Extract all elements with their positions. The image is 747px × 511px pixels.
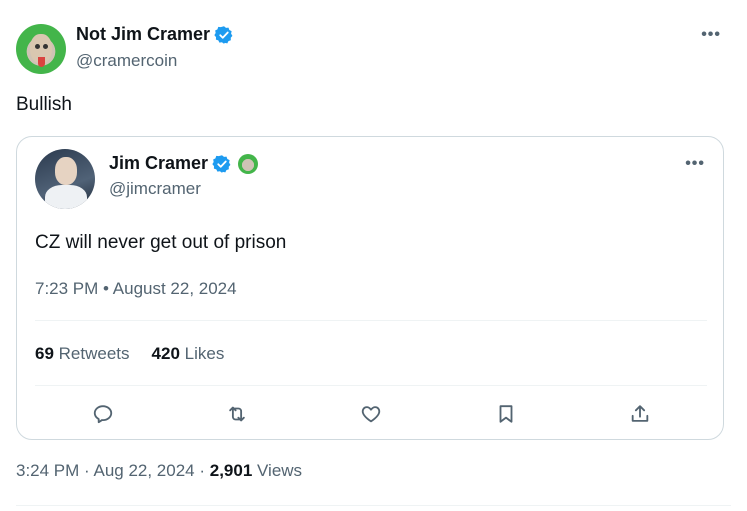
- likes-count: 420: [151, 344, 180, 363]
- author-name[interactable]: Not Jim Cramer: [76, 24, 210, 45]
- quoted-tweet-card[interactable]: Jim Cramer @jimcramer ••• CZ will never …: [16, 136, 724, 440]
- share-icon: [631, 405, 649, 422]
- retweet-button[interactable]: [222, 399, 252, 429]
- verified-badge-icon: [212, 154, 231, 173]
- quoted-author-avatar[interactable]: [35, 149, 95, 209]
- bookmark-button[interactable]: [491, 399, 521, 429]
- author-name-row[interactable]: Not Jim Cramer: [76, 24, 234, 45]
- likes-stat[interactable]: 420 Likes: [152, 344, 225, 364]
- quoted-author-name-row[interactable]: Jim Cramer: [109, 153, 259, 174]
- avatar-eye-right: [43, 44, 48, 49]
- divider: [35, 320, 707, 321]
- tweet-timestamp[interactable]: 3:24 PM · Aug 22, 2024 ·: [16, 461, 210, 480]
- quoted-author-handle[interactable]: @jimcramer: [109, 179, 201, 199]
- share-button[interactable]: [625, 399, 655, 429]
- retweets-stat[interactable]: 69 Retweets: [35, 344, 130, 364]
- author-handle[interactable]: @cramercoin: [76, 51, 177, 71]
- divider: [35, 385, 707, 386]
- views-count: 2,901: [209, 461, 253, 480]
- tweet-meta: 3:24 PM · Aug 22, 2024 · 2,901 Views: [16, 461, 302, 481]
- avatar-tongue: [38, 57, 45, 67]
- reply-button[interactable]: [88, 399, 118, 429]
- like-button[interactable]: [356, 399, 386, 429]
- retweets-count: 69: [35, 344, 54, 363]
- bookmark-icon: [499, 405, 513, 423]
- quoted-author-name[interactable]: Jim Cramer: [109, 153, 208, 174]
- divider: [16, 505, 731, 506]
- reply-icon: [93, 405, 113, 424]
- quoted-tweet-text: CZ will never get out of prison: [35, 232, 287, 253]
- avatar-eye-left: [35, 44, 40, 49]
- retweet-icon: [229, 406, 245, 422]
- more-options-icon[interactable]: •••: [701, 26, 721, 44]
- likes-label: Likes: [184, 344, 225, 363]
- retweets-label: Retweets: [58, 344, 130, 363]
- verified-badge-icon: [214, 25, 233, 44]
- author-avatar[interactable]: [16, 24, 66, 74]
- action-bar: [17, 399, 723, 429]
- affiliate-badge-icon[interactable]: [238, 153, 259, 174]
- more-options-icon[interactable]: •••: [685, 155, 705, 173]
- engagement-stats: 69 Retweets 420 Likes: [35, 344, 224, 364]
- tweet-text: Bullish: [16, 94, 72, 115]
- views-label: Views: [252, 461, 303, 480]
- heart-icon: [361, 406, 381, 423]
- avatar-shirt: [45, 185, 87, 209]
- quoted-tweet-timestamp[interactable]: 7:23 PM • August 22, 2024: [35, 279, 237, 299]
- avatar-head: [55, 157, 77, 185]
